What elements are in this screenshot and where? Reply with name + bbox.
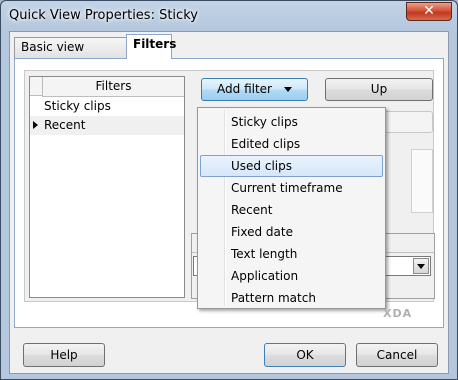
window-title: Quick View Properties: Sticky [9, 8, 198, 23]
menu-item-current-timeframe[interactable]: Current timeframe [200, 177, 383, 199]
menu-item-pattern-match[interactable]: Pattern match [200, 287, 383, 309]
menu-item-application[interactable]: Application [200, 265, 383, 287]
chevron-down-icon [417, 264, 425, 269]
current-row-arrow-icon [33, 121, 38, 129]
cancel-button[interactable]: Cancel [356, 343, 438, 367]
ok-button[interactable]: OK [264, 343, 346, 367]
tab-basic-view-settings[interactable]: Basic view settings [14, 37, 127, 73]
xda-watermark-logo: XDA [383, 307, 413, 320]
add-filter-label: Add filter [217, 82, 272, 96]
title-bar: Quick View Properties: Sticky ✕ [1, 1, 457, 31]
menu-item-fixed-date[interactable]: Fixed date [200, 221, 383, 243]
add-filter-menu: Sticky clips Edited clips Used clips Cur… [197, 107, 386, 309]
grid-row-label: Sticky clips [44, 99, 111, 113]
close-icon: ✕ [423, 3, 435, 19]
dropdown-arrow-icon [283, 87, 292, 92]
obscured-options-group [411, 149, 433, 213]
help-button[interactable]: Help [23, 343, 105, 367]
menu-item-sticky-clips[interactable]: Sticky clips [200, 111, 383, 133]
menu-item-used-clips[interactable]: Used clips [200, 155, 383, 177]
tab-filters[interactable]: Filters [126, 34, 176, 59]
combo-dropdown-button[interactable] [413, 258, 429, 274]
grid-row-sticky-clips[interactable]: Sticky clips [30, 97, 184, 116]
grid-row-label: Recent [44, 118, 86, 132]
menu-item-recent[interactable]: Recent [200, 199, 383, 221]
close-button[interactable]: ✕ [406, 2, 452, 21]
grid-header-gutter [30, 77, 42, 96]
grid-column-header[interactable]: Filters [42, 77, 184, 97]
grid-row-recent[interactable]: Recent [30, 116, 184, 135]
add-filter-button[interactable]: Add filter [201, 78, 308, 101]
filters-grid[interactable]: Filters Sticky clips Recent [29, 76, 185, 298]
dialog-window: Quick View Properties: Sticky ✕ Basic vi… [0, 0, 458, 380]
menu-item-text-length[interactable]: Text length [200, 243, 383, 265]
menu-item-edited-clips[interactable]: Edited clips [200, 133, 383, 155]
up-button[interactable]: Up [325, 78, 433, 101]
